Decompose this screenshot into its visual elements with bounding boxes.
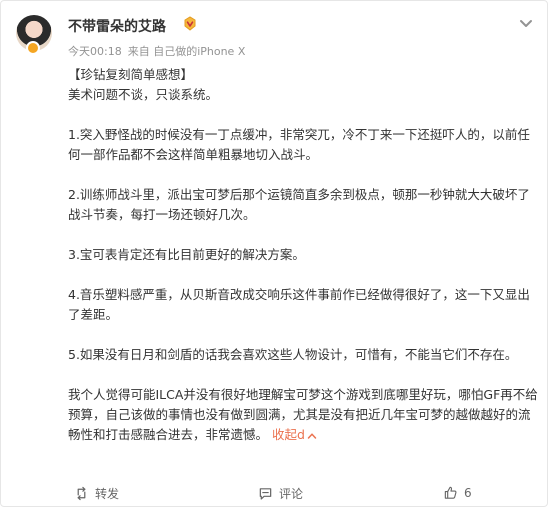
repost-icon <box>77 486 86 501</box>
post-source: 来自 自己做的iPhone X <box>127 45 246 58</box>
vip-badge-icon[interactable] <box>182 16 198 31</box>
caret-up-icon[interactable] <box>307 431 317 441</box>
comment-button[interactable]: 评论 <box>258 485 303 502</box>
like-button[interactable]: 6 <box>443 485 472 500</box>
post-content: 【珍钻复刻简单感想】 美术问题不谈，只谈系统。 1.突入野怪战的时候没有一丁点缓… <box>68 65 538 445</box>
post-title: 【珍钻复刻简单感想】 <box>68 67 194 82</box>
username[interactable]: 不带雷朵的艾路 <box>68 16 166 36</box>
chevron-down-icon[interactable] <box>519 16 533 30</box>
verified-badge-icon <box>26 41 40 55</box>
point-item: 4.音乐塑料感严重，从贝斯音改成交响乐这件事前作已经做得很好了，这一下又显出了差… <box>68 287 530 322</box>
post-toolbar: 转发 评论 6 <box>1 475 547 509</box>
weibo-post-card: 不带雷朵的艾路 今天00:18 来自 自己做的iPhone X 【珍钻复刻简单感… <box>0 0 548 507</box>
post-meta: 今天00:18 来自 自己做的iPhone X <box>68 43 245 59</box>
point-item: 1.突入野怪战的时候没有一丁点缓冲，非常突兀，冷不丁来一下还挺吓人的，以前任何一… <box>68 127 530 162</box>
collapse-link[interactable]: 收起d <box>272 427 317 442</box>
post-conclusion: 我个人觉得可能ILCA并没有很好地理解宝可梦这个游戏到底哪里好玩，哪怕GF再不给… <box>68 385 538 445</box>
collapse-label[interactable]: 收起d <box>272 427 305 442</box>
post-intro: 美术问题不谈，只谈系统。 <box>68 87 219 102</box>
repost-label[interactable]: 转发 <box>95 485 119 502</box>
comment-icon <box>259 488 272 500</box>
point-item: 2.训练师战斗里，派出宝可梦后那个运镜简直多余到极点，顿那一秒钟就大大破坏了战斗… <box>68 187 530 222</box>
like-count[interactable]: 6 <box>464 486 472 500</box>
comment-label[interactable]: 评论 <box>279 485 303 502</box>
thumbs-up-icon <box>444 486 457 499</box>
post-time[interactable]: 今天00:18 <box>68 43 122 59</box>
repost-button[interactable]: 转发 <box>74 485 119 502</box>
point-item: 5.如果没有日月和剑盾的话我会喜欢这些人物设计，可惜有，不能当它们不存在。 <box>68 347 518 362</box>
point-item: 3.宝可表肯定还有比目前更好的解决方案。 <box>68 247 305 262</box>
